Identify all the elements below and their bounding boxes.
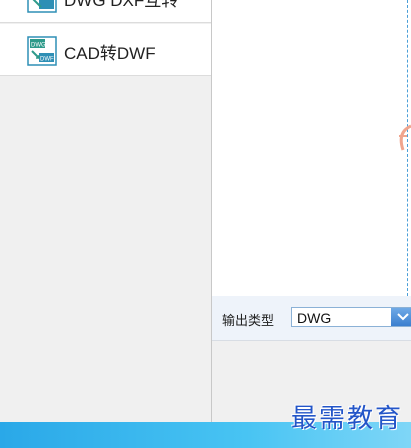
left-sidebar: DWG DXF互转 DWG DWF CAD转DWF — [0, 0, 212, 422]
output-type-value: DWG — [297, 310, 332, 326]
dwg-dwf-convert-icon: DWG DWF — [27, 36, 57, 66]
output-type-select[interactable]: DWG — [291, 307, 411, 327]
svg-text:DWG: DWG — [31, 43, 46, 49]
sidebar-item-label: DWG DXF互转 — [64, 0, 179, 10]
drawing-arc-shape — [399, 124, 411, 151]
preview-canvas[interactable] — [212, 0, 411, 296]
sidebar-item-dwg-dxf-convert[interactable]: DWG DXF互转 — [0, 0, 211, 23]
output-type-row: 输出类型 DWG — [212, 296, 411, 341]
dropdown-button[interactable] — [391, 308, 411, 326]
sidebar-item-cad-to-dwf[interactable]: DWG DWF CAD转DWF — [0, 24, 211, 76]
dwg-dxf-convert-icon — [27, 0, 57, 13]
svg-text:DWF: DWF — [40, 57, 54, 63]
output-type-label: 输出类型 — [222, 314, 275, 329]
watermark-text: 最需教育 — [290, 404, 403, 434]
sidebar-item-label: CAD转DWF — [64, 44, 156, 63]
chevron-down-icon — [397, 313, 409, 321]
